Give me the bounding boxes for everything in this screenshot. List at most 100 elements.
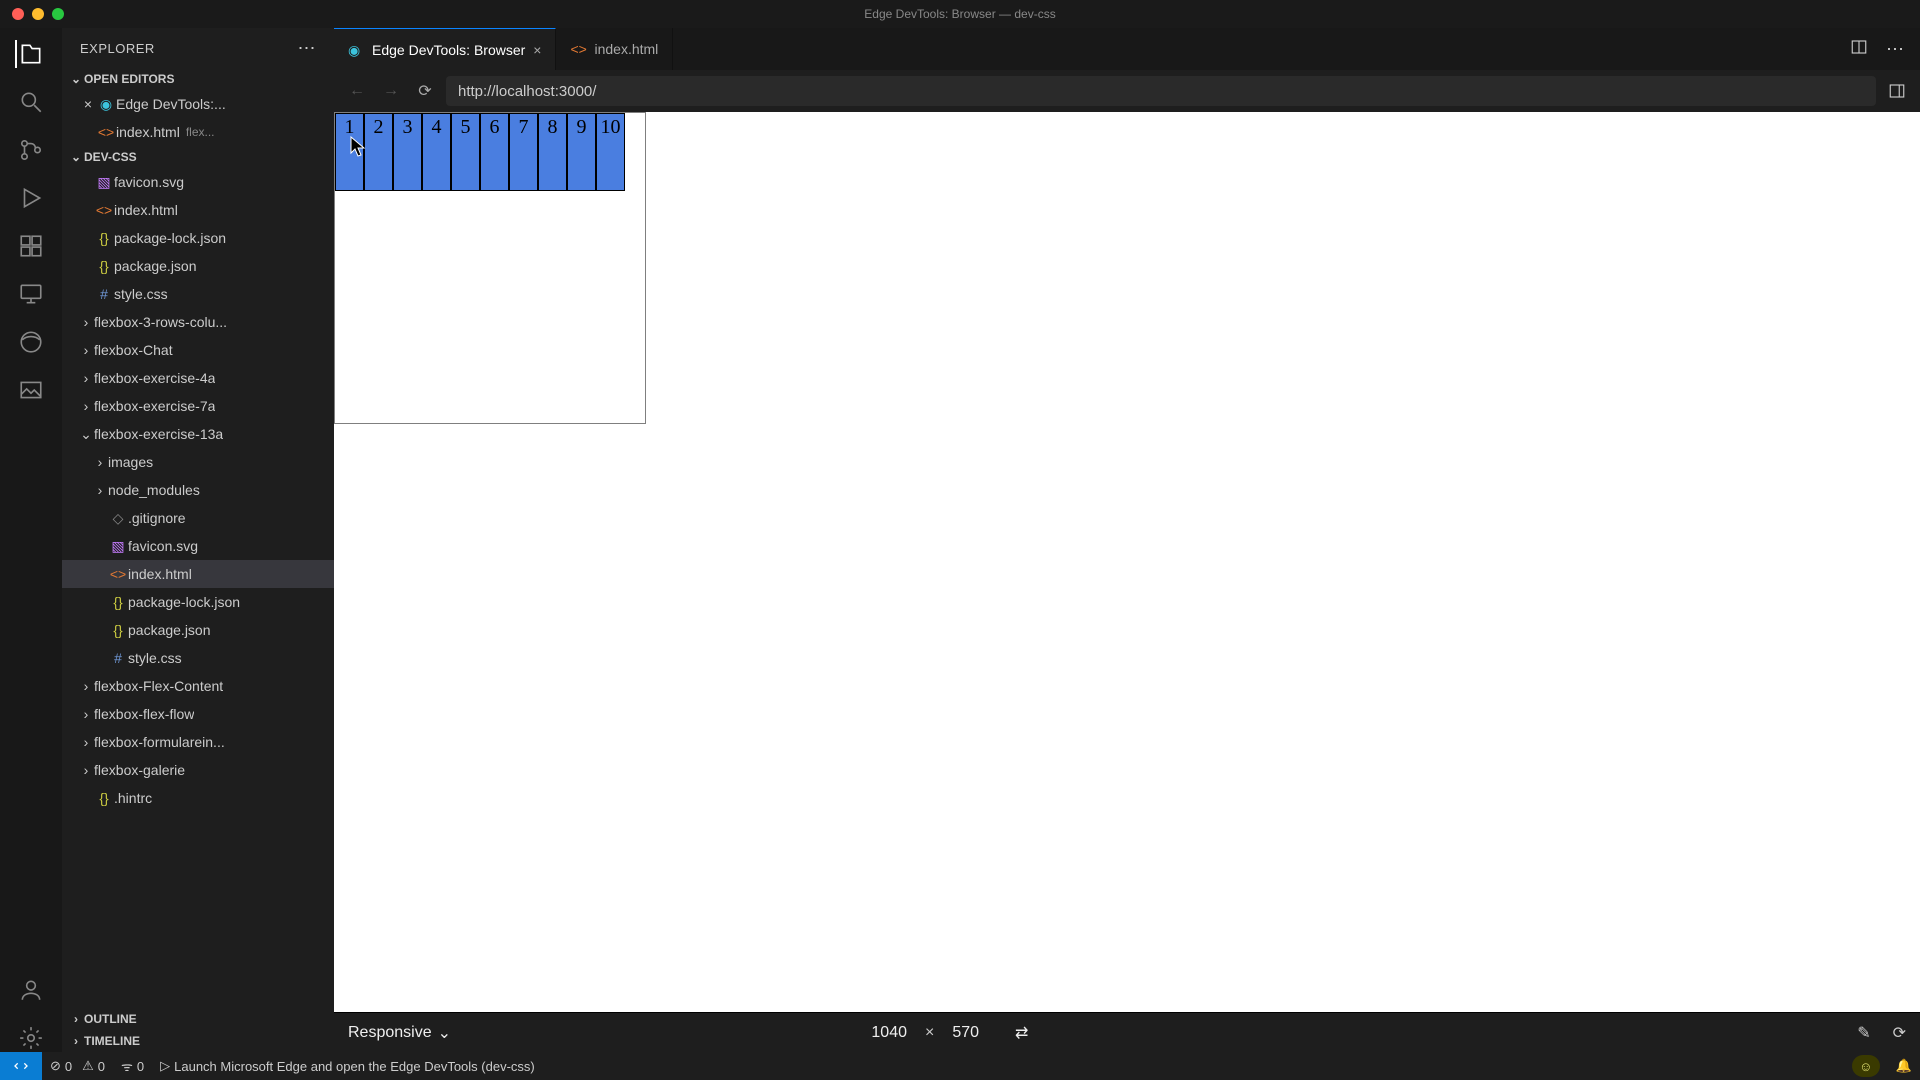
- image-preview-icon[interactable]: [17, 376, 45, 404]
- explorer-sidebar: EXPLORER ⋯ ⌄ OPEN EDITORS ×◉Edge DevTool…: [62, 28, 334, 1052]
- timeline-section[interactable]: › TIMELINE: [62, 1030, 334, 1052]
- error-count: 0: [65, 1059, 72, 1074]
- folder-item[interactable]: ⌄flexbox-exercise-13a: [62, 420, 334, 448]
- file-item[interactable]: {}package-lock.json: [62, 588, 334, 616]
- edge-icon: ◉: [96, 96, 116, 113]
- chevron-down-icon: ⌄: [78, 426, 94, 443]
- search-icon[interactable]: [17, 88, 45, 116]
- editor-tab[interactable]: ◉Edge DevTools: Browser×: [334, 28, 556, 70]
- problems-status[interactable]: ⊘0 ⚠0: [42, 1058, 113, 1074]
- back-button[interactable]: ←: [344, 78, 370, 104]
- ports-count: 0: [137, 1059, 144, 1074]
- extensions-icon[interactable]: [17, 232, 45, 260]
- folder-item[interactable]: ›flexbox-exercise-4a: [62, 364, 334, 392]
- file-item[interactable]: ◇.gitignore: [62, 504, 334, 532]
- open-editors-label: OPEN EDITORS: [84, 72, 174, 86]
- tree-label: favicon.svg: [128, 538, 198, 554]
- file-item[interactable]: #style.css: [62, 644, 334, 672]
- file-tree: ▧favicon.svg<>index.html{}package-lock.j…: [62, 168, 334, 1008]
- dock-devtools-icon[interactable]: [1884, 78, 1910, 104]
- css-icon: #: [108, 650, 128, 666]
- open-editor-meta: flex...: [186, 125, 215, 139]
- forward-button[interactable]: →: [378, 78, 404, 104]
- open-editor-item[interactable]: <>index.htmlflex...: [62, 118, 334, 146]
- ports-status[interactable]: ᯤ0: [113, 1057, 152, 1075]
- notifications-icon[interactable]: 🔔: [1888, 1058, 1920, 1074]
- css-icon: #: [94, 286, 114, 302]
- file-item[interactable]: {}package.json: [62, 616, 334, 644]
- project-section[interactable]: ⌄ DEV-CSS: [62, 146, 334, 168]
- folder-item[interactable]: ›flexbox-Chat: [62, 336, 334, 364]
- remote-indicator[interactable]: [0, 1052, 42, 1080]
- folder-item[interactable]: ›node_modules: [62, 476, 334, 504]
- json-icon: {}: [94, 790, 114, 806]
- tree-label: flexbox-exercise-4a: [94, 370, 215, 386]
- open-editors-section[interactable]: ⌄ OPEN EDITORS: [62, 68, 334, 90]
- reload-button[interactable]: ⟳: [412, 78, 438, 104]
- swap-dimensions-icon[interactable]: ⇄: [1015, 1023, 1028, 1043]
- html-icon: <>: [570, 41, 586, 57]
- chevron-right-icon: ›: [78, 314, 94, 330]
- tree-label: index.html: [128, 566, 192, 582]
- chevron-right-icon: ›: [78, 734, 94, 750]
- folder-item[interactable]: ›flexbox-Flex-Content: [62, 672, 334, 700]
- status-bar: ⊘0 ⚠0 ᯤ0 ▷ Launch Microsoft Edge and ope…: [0, 1052, 1920, 1080]
- flex-item: 6: [480, 113, 509, 191]
- close-icon[interactable]: ×: [533, 42, 541, 58]
- tree-label: flexbox-exercise-7a: [94, 398, 215, 414]
- tree-label: flexbox-Flex-Content: [94, 678, 223, 694]
- viewport-height[interactable]: 570: [952, 1024, 979, 1042]
- tree-label: package-lock.json: [128, 594, 240, 610]
- launch-edge-status[interactable]: ▷ Launch Microsoft Edge and open the Edg…: [152, 1058, 543, 1074]
- chevron-down-icon: ⌄: [68, 150, 84, 164]
- warning-count: 0: [98, 1059, 105, 1074]
- window-title: Edge DevTools: Browser — dev-css: [864, 7, 1055, 21]
- flex-item: 10: [596, 113, 625, 191]
- flex-item: 4: [422, 113, 451, 191]
- minimize-window-button[interactable]: [32, 8, 44, 20]
- folder-item[interactable]: ›flexbox-formularein...: [62, 728, 334, 756]
- tab-more-icon[interactable]: ⋯: [1886, 39, 1904, 60]
- file-item[interactable]: #style.css: [62, 280, 334, 308]
- outline-section[interactable]: › OUTLINE: [62, 1008, 334, 1030]
- accounts-icon[interactable]: [17, 976, 45, 1004]
- tree-label: flexbox-formularein...: [94, 734, 225, 750]
- file-item[interactable]: {}.hintrc: [62, 784, 334, 812]
- url-bar[interactable]: http://localhost:3000/: [446, 76, 1876, 106]
- remote-explorer-icon[interactable]: [17, 280, 45, 308]
- file-item[interactable]: <>index.html: [62, 196, 334, 224]
- chevron-right-icon: ›: [78, 398, 94, 414]
- open-editor-item[interactable]: ×◉Edge DevTools:...: [62, 90, 334, 118]
- copilot-status-icon[interactable]: ☺: [1852, 1055, 1880, 1077]
- explorer-icon[interactable]: [15, 40, 45, 68]
- folder-item[interactable]: ›flexbox-3-rows-colu...: [62, 308, 334, 336]
- settings-gear-icon[interactable]: [17, 1024, 45, 1052]
- flex-item: 9: [567, 113, 596, 191]
- file-item[interactable]: ▧favicon.svg: [62, 532, 334, 560]
- file-item[interactable]: {}package.json: [62, 252, 334, 280]
- tree-label: favicon.svg: [114, 174, 184, 190]
- editor-tab[interactable]: <> index.html: [556, 28, 673, 70]
- file-item[interactable]: ▧favicon.svg: [62, 168, 334, 196]
- folder-item[interactable]: ›images: [62, 448, 334, 476]
- screencast-refresh-icon[interactable]: ⟳: [1893, 1023, 1906, 1043]
- source-control-icon[interactable]: [17, 136, 45, 164]
- run-debug-icon[interactable]: [17, 184, 45, 212]
- viewport-width[interactable]: 1040: [871, 1024, 907, 1042]
- file-item[interactable]: <>index.html: [62, 560, 334, 588]
- browser-viewport[interactable]: 12345678910: [334, 112, 1920, 1012]
- responsive-mode-select[interactable]: Responsive ⌄: [348, 1023, 451, 1043]
- chevron-right-icon: ›: [78, 342, 94, 358]
- file-item[interactable]: {}package-lock.json: [62, 224, 334, 252]
- screencast-edit-icon[interactable]: ✎: [1857, 1023, 1870, 1043]
- tab-label: index.html: [594, 41, 658, 57]
- folder-item[interactable]: ›flexbox-galerie: [62, 756, 334, 784]
- zoom-window-button[interactable]: [52, 8, 64, 20]
- folder-item[interactable]: ›flexbox-exercise-7a: [62, 392, 334, 420]
- edge-tools-icon[interactable]: [17, 328, 45, 356]
- close-icon[interactable]: ×: [80, 96, 96, 112]
- close-window-button[interactable]: [12, 8, 24, 20]
- split-editor-icon[interactable]: [1850, 38, 1868, 61]
- explorer-more-icon[interactable]: ⋯: [298, 38, 317, 59]
- folder-item[interactable]: ›flexbox-flex-flow: [62, 700, 334, 728]
